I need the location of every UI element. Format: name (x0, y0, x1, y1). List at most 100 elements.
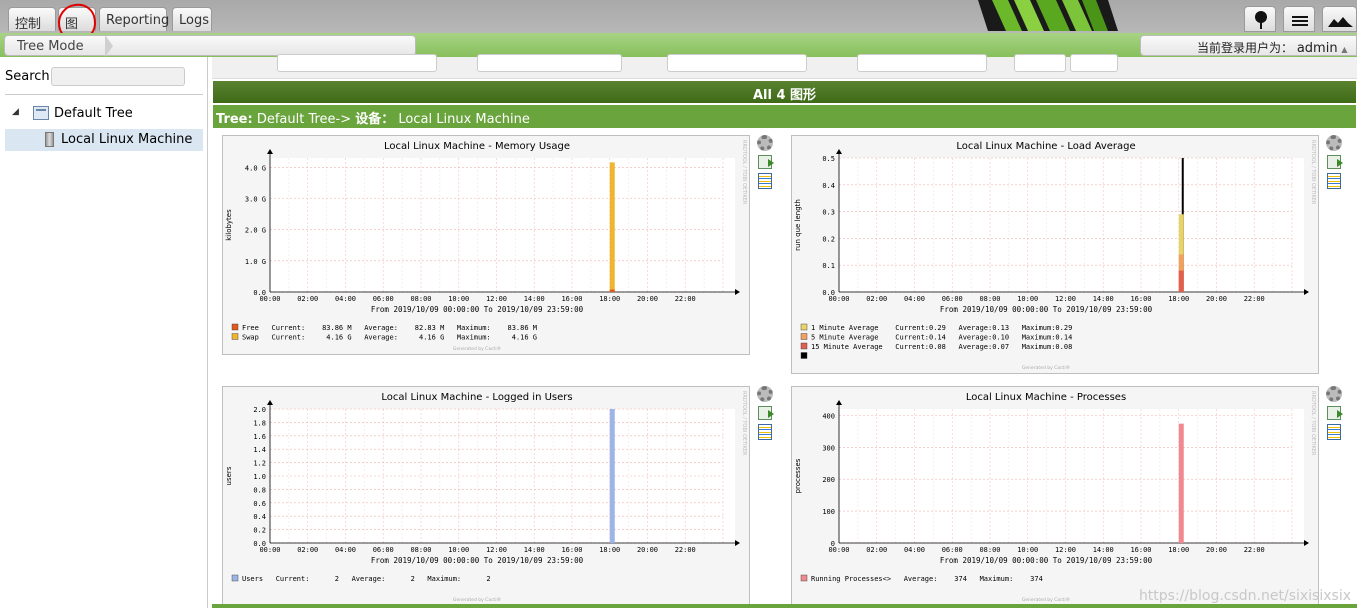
x-tick-label: 10:00 (1017, 295, 1038, 303)
csv-export-icon[interactable] (1327, 424, 1341, 440)
zoom-icon[interactable] (1327, 406, 1343, 420)
watermark: https://blog.csdn.net/sixisixsix (1138, 588, 1351, 604)
data-bar (1178, 270, 1184, 292)
csv-export-icon[interactable] (758, 424, 772, 440)
graph-actions (1326, 386, 1344, 442)
generated-by-label: Generated by Cacti® (453, 596, 501, 603)
graph-load-average[interactable]: Local Linux Machine - Load Average 0.0 0.1… (791, 135, 1319, 374)
device-label: 设备： (355, 112, 395, 127)
x-tick-label: 08:00 (410, 546, 431, 554)
top-tab-bar: 控制台 图形 Reporting Logs (0, 0, 1357, 51)
gear-icon[interactable] (1326, 135, 1342, 151)
zoom-icon[interactable] (758, 406, 774, 420)
x-tick-label: 22:00 (675, 295, 696, 303)
y-tick-label: 0.4 (822, 182, 835, 190)
y-tick-label: 0.2 (253, 527, 266, 535)
y-tick-label: 200 (822, 476, 835, 484)
x-tick-label: 00:00 (828, 546, 849, 554)
tree-node-selected[interactable]: Local Linux Machine (5, 129, 203, 151)
x-tick-label: 10:00 (448, 295, 469, 303)
graph-actions (1326, 135, 1344, 191)
rrdtool-label: RRDTOOL / TOBI OETIKER (741, 391, 747, 456)
data-bar (1178, 423, 1184, 543)
filter-field-3[interactable] (667, 54, 807, 72)
filter-field-2[interactable] (477, 54, 622, 72)
csv-export-icon[interactable] (1327, 173, 1341, 189)
x-tick-label: 12:00 (486, 546, 507, 554)
y-axis-label: kilobytes (225, 209, 233, 241)
x-tick-label: 08:00 (979, 295, 1000, 303)
y-tick-label: 1.0 (253, 473, 266, 481)
rrdtool-label: RRDTOOL / TOBI OETIKER (741, 140, 747, 205)
graph-processes[interactable]: Local Linux Machine - Processes 0 100 200 30… (791, 386, 1319, 606)
preview-view-icon[interactable] (1322, 6, 1357, 32)
tree-prefix: Tree: (216, 112, 253, 127)
y-tick-label: 400 (822, 412, 835, 420)
chart-title: Local Linux Machine - Logged in Users (381, 392, 572, 403)
y-tick-label: 0.2 (822, 235, 835, 243)
y-tick-label: 1.6 (253, 433, 266, 441)
plot-area (839, 409, 1304, 543)
list-view-icon[interactable] (1283, 6, 1315, 32)
filter-field-4[interactable] (857, 54, 987, 72)
breadcrumb[interactable]: Tree Mode (4, 35, 416, 57)
search-label: Search (5, 69, 50, 84)
sidebar-divider (5, 94, 203, 95)
generated-by-label: Generated by Cacti® (453, 345, 501, 352)
x-tick-label: 18:00 (1168, 546, 1189, 554)
x-tick-label: 14:00 (1093, 295, 1114, 303)
chart-svg: Local Linux Machine - Memory Usage0.01.0… (225, 140, 747, 352)
y-tick-label: 1.2 (253, 460, 266, 468)
tree-root-label[interactable]: Default Tree (54, 106, 133, 121)
x-tick-label: 20:00 (1206, 295, 1227, 303)
y-axis-arrow (267, 400, 273, 405)
csv-export-icon[interactable] (758, 173, 772, 189)
caret-up-icon[interactable]: ▲ (1341, 45, 1347, 54)
zoom-icon[interactable] (758, 155, 774, 169)
gear-icon[interactable] (757, 386, 773, 402)
x-axis-arrow (735, 540, 740, 546)
time-range-label: From 2019/10/09 00:00:00 To 2019/10/09 2… (940, 556, 1153, 565)
x-tick-label: 08:00 (979, 546, 1000, 554)
tab-console[interactable]: 控制台 (8, 7, 56, 51)
zoom-icon[interactable] (1327, 155, 1343, 169)
gear-icon[interactable] (1326, 386, 1342, 402)
tab-reporting[interactable]: Reporting (99, 7, 169, 31)
x-tick-label: 06:00 (373, 546, 394, 554)
x-axis-arrow (1304, 289, 1309, 295)
plot-area (839, 158, 1304, 292)
sidebar: Search ◢ Default Tree Local Linux Machin… (0, 57, 208, 608)
x-tick-label: 18:00 (599, 546, 620, 554)
data-bar (609, 162, 615, 292)
tree-path-header: Tree: Default Tree-> 设备： Local Linux Mac… (213, 105, 1356, 128)
x-tick-label: 12:00 (486, 295, 507, 303)
legend-entry: 5 Minute Average Current:0.14 Average:0.… (811, 334, 1072, 342)
chart-svg: Local Linux Machine - Logged in Users0.0… (225, 391, 747, 603)
legend-swatch (800, 352, 808, 359)
x-axis-arrow (1304, 540, 1309, 546)
collapse-triangle-icon[interactable]: ◢ (12, 107, 19, 117)
y-tick-label: 3.0 G (245, 196, 266, 204)
search-input[interactable] (51, 67, 185, 86)
tree-view-icon[interactable] (1244, 6, 1276, 32)
graph-logged-in-users[interactable]: Local Linux Machine - Logged in Users 0.0… (222, 386, 750, 606)
legend-entry: Swap Current: 4.16 G Average: 4.16 G Max… (242, 334, 537, 342)
x-tick-label: 16:00 (561, 546, 582, 554)
refresh-button[interactable] (1014, 54, 1066, 72)
tree-path: Default Tree-> (256, 112, 356, 127)
y-tick-label: 0.8 (253, 486, 266, 494)
legend-entry: 1 Minute Average Current:0.29 Average:0.… (811, 324, 1072, 332)
graph-memory-usage[interactable]: Local Linux Machine - Memory Usage 0.0 1.0… (222, 135, 750, 355)
x-tick-label: 20:00 (1206, 546, 1227, 554)
clear-button[interactable] (1070, 54, 1118, 72)
x-tick-label: 10:00 (448, 546, 469, 554)
username[interactable]: admin (1297, 41, 1338, 56)
filter-field-1[interactable] (277, 54, 437, 72)
gear-icon[interactable] (757, 135, 773, 151)
rrdtool-label: RRDTOOL / TOBI OETIKER (1310, 391, 1316, 456)
x-tick-label: 16:00 (561, 295, 582, 303)
breadcrumb-label: Tree Mode (17, 39, 84, 54)
x-tick-label: 12:00 (1055, 546, 1076, 554)
tab-logs[interactable]: Logs (172, 7, 212, 31)
y-tick-label: 1.0 G (245, 258, 266, 266)
